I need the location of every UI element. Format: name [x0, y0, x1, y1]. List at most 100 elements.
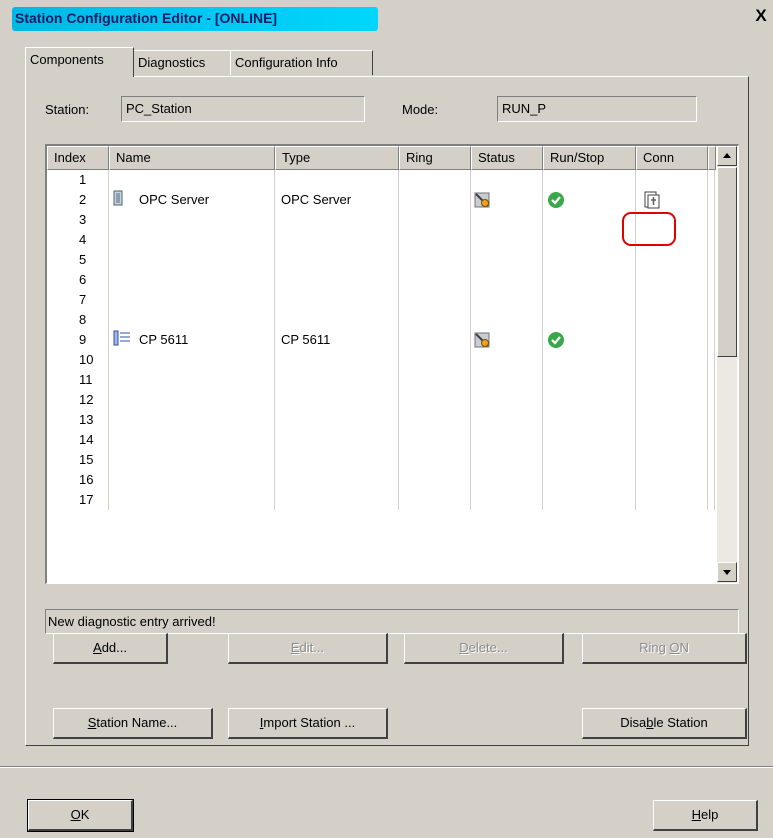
column-run-stop[interactable]: Run/Stop: [543, 146, 636, 170]
cell-empty: [636, 490, 708, 510]
table-row[interactable]: 15: [47, 450, 715, 470]
cell-name: [109, 430, 275, 450]
edit-button[interactable]: Edit...: [228, 633, 388, 664]
cell-name: [109, 370, 275, 390]
table-row[interactable]: 3: [47, 210, 715, 230]
table-row[interactable]: 1: [47, 170, 715, 190]
cell-empty: [636, 470, 708, 490]
cell-empty: [471, 390, 543, 410]
table-row[interactable]: 17: [47, 490, 715, 510]
cell-index: 5: [47, 250, 109, 270]
cell-empty: [543, 270, 636, 290]
cell-empty: [708, 330, 715, 350]
cell-index: 14: [47, 430, 109, 450]
cell-empty: [708, 390, 715, 410]
import-station-button[interactable]: Import Station ...: [228, 708, 388, 739]
cell-type: [275, 310, 399, 330]
cell-name: CP 5611: [109, 330, 275, 350]
table-row[interactable]: 8: [47, 310, 715, 330]
tab-components[interactable]: Components: [25, 47, 134, 77]
cell-empty: [471, 310, 543, 330]
column-index[interactable]: Index: [47, 146, 109, 170]
cell-type: [275, 230, 399, 250]
table-row[interactable]: 10: [47, 350, 715, 370]
cell-type: [275, 410, 399, 430]
cell-index: 7: [47, 290, 109, 310]
cell-empty: [399, 350, 471, 370]
column-status[interactable]: Status: [471, 146, 543, 170]
diagnostic-status-icon: [473, 331, 491, 355]
cell-empty: [543, 250, 636, 270]
cell-icon: [636, 190, 708, 210]
cell-empty: [708, 290, 715, 310]
scroll-up-button[interactable]: [717, 146, 737, 166]
tab-configuration-info[interactable]: Configuration Info: [230, 50, 373, 75]
cell-index: 2: [47, 190, 109, 210]
scroll-down-button[interactable]: [717, 562, 737, 582]
column-type[interactable]: Type: [275, 146, 399, 170]
column-name[interactable]: Name: [109, 146, 275, 170]
table-row[interactable]: 14: [47, 430, 715, 450]
cell-empty: [471, 410, 543, 430]
cell-empty: [708, 210, 715, 230]
cell-empty: [543, 430, 636, 450]
highlight-ring: [622, 212, 676, 246]
tab-diagnostics[interactable]: Diagnostics: [133, 50, 231, 75]
station-name-button[interactable]: Station Name...: [53, 708, 213, 739]
cell-empty: [543, 450, 636, 470]
cell-name-text: CP 5611: [139, 332, 189, 348]
help-button[interactable]: Help: [653, 800, 758, 831]
column-ring[interactable]: Ring: [399, 146, 471, 170]
column-conn[interactable]: Conn: [636, 146, 708, 170]
close-button[interactable]: X: [752, 6, 770, 26]
table-row[interactable]: 16: [47, 470, 715, 490]
list-body: 17 16 15 14 13 12 11 10 9 CP 5611 CP 5611 8 7 6 5 4 3 2 OP…: [47, 170, 715, 583]
components-list[interactable]: Index Name Type Ring Status Run/Stop Con…: [45, 144, 739, 584]
table-row[interactable]: 9 CP 5611 CP 5611: [47, 330, 715, 350]
cell-empty: [636, 370, 708, 390]
cell-name: [109, 450, 275, 470]
ok-button[interactable]: OK: [27, 799, 134, 832]
cell-empty: [399, 250, 471, 270]
cell-name: [109, 470, 275, 490]
list-scrollbar[interactable]: [717, 146, 737, 583]
cell-empty: [399, 270, 471, 290]
cell-empty: [636, 450, 708, 470]
table-row[interactable]: 4: [47, 230, 715, 250]
table-row[interactable]: 2 OPC Server OPC Server: [47, 190, 715, 210]
table-row[interactable]: 13: [47, 410, 715, 430]
cell-empty: [399, 410, 471, 430]
cell-type: [275, 390, 399, 410]
cell-empty: [543, 410, 636, 430]
table-row[interactable]: 7: [47, 290, 715, 310]
cell-empty: [636, 250, 708, 270]
cell-empty: [636, 330, 708, 350]
add-button[interactable]: Add...: [53, 633, 168, 664]
cell-name: [109, 390, 275, 410]
disable-station-button[interactable]: Disable Station: [582, 708, 747, 739]
table-row[interactable]: 6: [47, 270, 715, 290]
cell-type: [275, 290, 399, 310]
table-row[interactable]: 12: [47, 390, 715, 410]
cell-empty: [471, 490, 543, 510]
cell-type: [275, 170, 399, 190]
cell-empty: [471, 450, 543, 470]
scroll-thumb[interactable]: [717, 167, 737, 357]
cell-empty: [399, 490, 471, 510]
cell-name: [109, 310, 275, 330]
cell-empty: [399, 390, 471, 410]
cell-empty: [471, 290, 543, 310]
footer-separator: [0, 766, 773, 768]
cell-empty: [399, 230, 471, 250]
table-row[interactable]: 11: [47, 370, 715, 390]
cell-empty: [399, 450, 471, 470]
table-row[interactable]: 5: [47, 250, 715, 270]
cell-icon: [471, 190, 543, 210]
cell-type: OPC Server: [275, 190, 399, 210]
diagnostic-status-icon: [473, 191, 491, 215]
cell-name: [109, 230, 275, 250]
ring-on-button[interactable]: Ring ON: [582, 633, 747, 664]
delete-button[interactable]: Delete...: [404, 633, 564, 664]
cell-icon: [471, 330, 543, 350]
mode-field: RUN_P: [497, 96, 697, 122]
